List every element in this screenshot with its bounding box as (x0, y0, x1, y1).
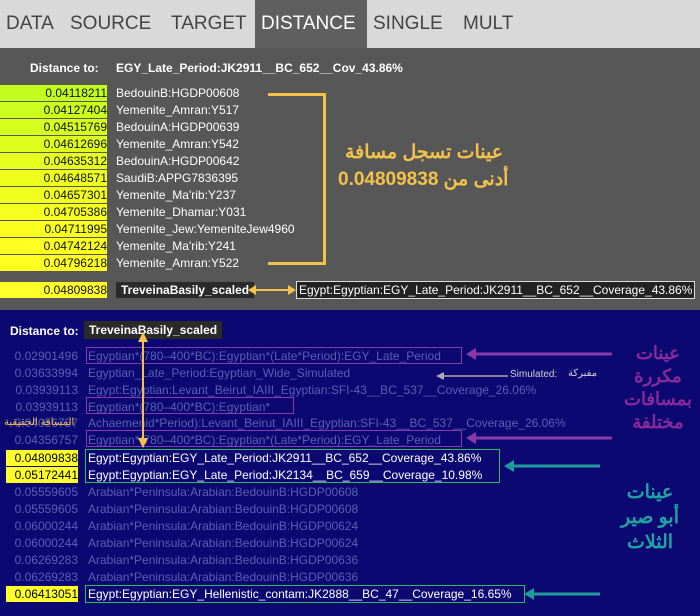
bottom-result-value: 0.04809838 (6, 450, 78, 466)
bottom-distance-panel: Distance to: TreveinaBasily_scaled 0.029… (0, 310, 700, 616)
result-name: Yemenite_Ma'rib:Y241 (116, 239, 236, 253)
result-name: Yemenite_Dhamar:Y031 (116, 205, 247, 219)
reference-target: Egypt:Egyptian:EGY_Late_Period:JK2911__B… (296, 281, 696, 299)
result-name: SaudiB:APPG7836395 (116, 171, 239, 185)
bottom-result-value: 0.03939113 (15, 400, 78, 414)
repeated-line1: عينات (635, 343, 681, 363)
result-value: 0.04127404 (0, 102, 107, 118)
result-value: 0.04635312 (0, 153, 107, 169)
result-value: 0.04711995 (0, 221, 107, 237)
result-name: Yemenite_Amran:Y522 (116, 256, 239, 270)
abusir-annotation: عينات أبو صير الثلاث (608, 480, 692, 555)
result-value: 0.04796218 (0, 255, 107, 271)
result-name: BedouinB:HGDP00608 (116, 86, 240, 100)
bottom-result-value: 0.06269283 (14, 570, 78, 584)
abusir-line2: أبو صير (620, 507, 679, 528)
annotation-line2: أدنى من 0.04809838 (338, 169, 509, 190)
double-arrow-icon (248, 285, 296, 295)
teal-arrows (504, 460, 600, 600)
distance-target: EGY_Late_Period:JK2911__BC_652__Cov_43.8… (116, 61, 403, 75)
tab-single[interactable]: SINGLE (367, 0, 457, 48)
bottom-result-name: Arabian*Peninsula:Arabian:BedouinB:HGDP0… (88, 536, 359, 550)
simulated-arrow (436, 372, 508, 380)
abusir-line1: عينات (626, 482, 674, 503)
tab-bar: DATA SOURCE TARGET DISTANCE SINGLE MULT (0, 0, 700, 48)
abusir-line3: الثلاث (626, 532, 674, 553)
purple-arrows (466, 348, 612, 444)
reference-name: TreveinaBasily_scaled (116, 282, 255, 298)
abusir-box-1 (85, 449, 500, 483)
bottom-result-value: 0.06269283 (14, 553, 78, 567)
result-value: 0.04705386 (0, 204, 107, 220)
bottom-result-value: 0.06413051 (6, 586, 78, 602)
top-distance-panel: Distance to: EGY_Late_Period:JK2911__BC_… (0, 48, 700, 310)
result-value: 0.04648571 (0, 170, 107, 186)
result-name: BedouinA:HGDP00642 (116, 154, 240, 168)
result-value: 0.04742124 (0, 238, 107, 254)
bottom-result-value: 0.06000244 (14, 519, 78, 533)
result-name: Yemenite_Ma'rib:Y237 (116, 188, 236, 202)
real-distance-label: المسافة الحقيقية (4, 417, 75, 428)
result-name: BedouinA:HGDP00639 (116, 120, 240, 134)
bottom-result-value: 0.04356757 (14, 433, 78, 447)
tab-mult[interactable]: MULT (457, 0, 527, 48)
result-value: 0.04657301 (0, 187, 107, 203)
bottom-result-value: 0.05172441 (6, 467, 78, 483)
repeated-annotation: عينات مكررة بمسافات مختلفة (620, 342, 696, 434)
bracket (268, 93, 326, 265)
bottom-result-value: 0.05559605 (14, 502, 78, 516)
result-name: Yemenite_Amran:Y542 (116, 137, 239, 151)
distance-to-label: Distance to: (30, 61, 99, 75)
bottom-result-value: 0.06000244 (14, 536, 78, 550)
simulated-ar: مفبركة (568, 368, 598, 379)
simulated-label: Simulated: (510, 369, 558, 380)
bottom-result-value: 0.03939113 (15, 383, 78, 397)
bottom-result-name: Arabian*Peninsula:Arabian:BedouinB:HGDP0… (88, 519, 359, 533)
bottom-result-name: Arabian*Peninsula:Arabian:BedouinB:HGDP0… (88, 485, 359, 499)
bottom-distance-target: TreveinaBasily_scaled (84, 321, 223, 339)
tab-distance[interactable]: DISTANCE (255, 0, 367, 48)
vertical-arrow (138, 332, 148, 448)
dup-box-2 (86, 397, 294, 414)
result-value: 0.04612696 (0, 136, 107, 152)
tab-data[interactable]: DATA (0, 0, 64, 48)
repeated-line4: مختلفة (632, 412, 684, 432)
bottom-result-name: Arabian*Peninsula:Arabian:BedouinB:HGDP0… (88, 553, 359, 567)
bottom-result-name: Arabian*Peninsula:Arabian:BedouinB:HGDP0… (88, 570, 359, 584)
tab-target[interactable]: TARGET (165, 0, 255, 48)
bottom-result-value: 0.03633994 (14, 366, 78, 380)
annotation-line1: عينات تسجل مسافة (345, 142, 504, 163)
reference-value: 0.04809838 (0, 282, 107, 298)
bottom-result-name: Egyptian_Late_Period:Egyptian_Wide_Simul… (88, 366, 351, 380)
result-value: 0.04515769 (0, 119, 107, 135)
bottom-distance-to-label: Distance to: (10, 324, 79, 338)
bottom-result-name: Arabian*Peninsula:Arabian:BedouinB:HGDP0… (88, 502, 359, 516)
bottom-result-value: 0.05559605 (14, 485, 78, 499)
result-name: Yemenite_Amran:Y517 (116, 103, 239, 117)
result-value: 0.04118211 (0, 85, 107, 101)
repeated-line2: مكررة (634, 366, 682, 386)
tab-source[interactable]: SOURCE (64, 0, 165, 48)
bottom-result-value: 0.02901496 (14, 349, 78, 363)
abusir-box-2 (85, 585, 525, 603)
repeated-line3: بمسافات (624, 389, 692, 409)
